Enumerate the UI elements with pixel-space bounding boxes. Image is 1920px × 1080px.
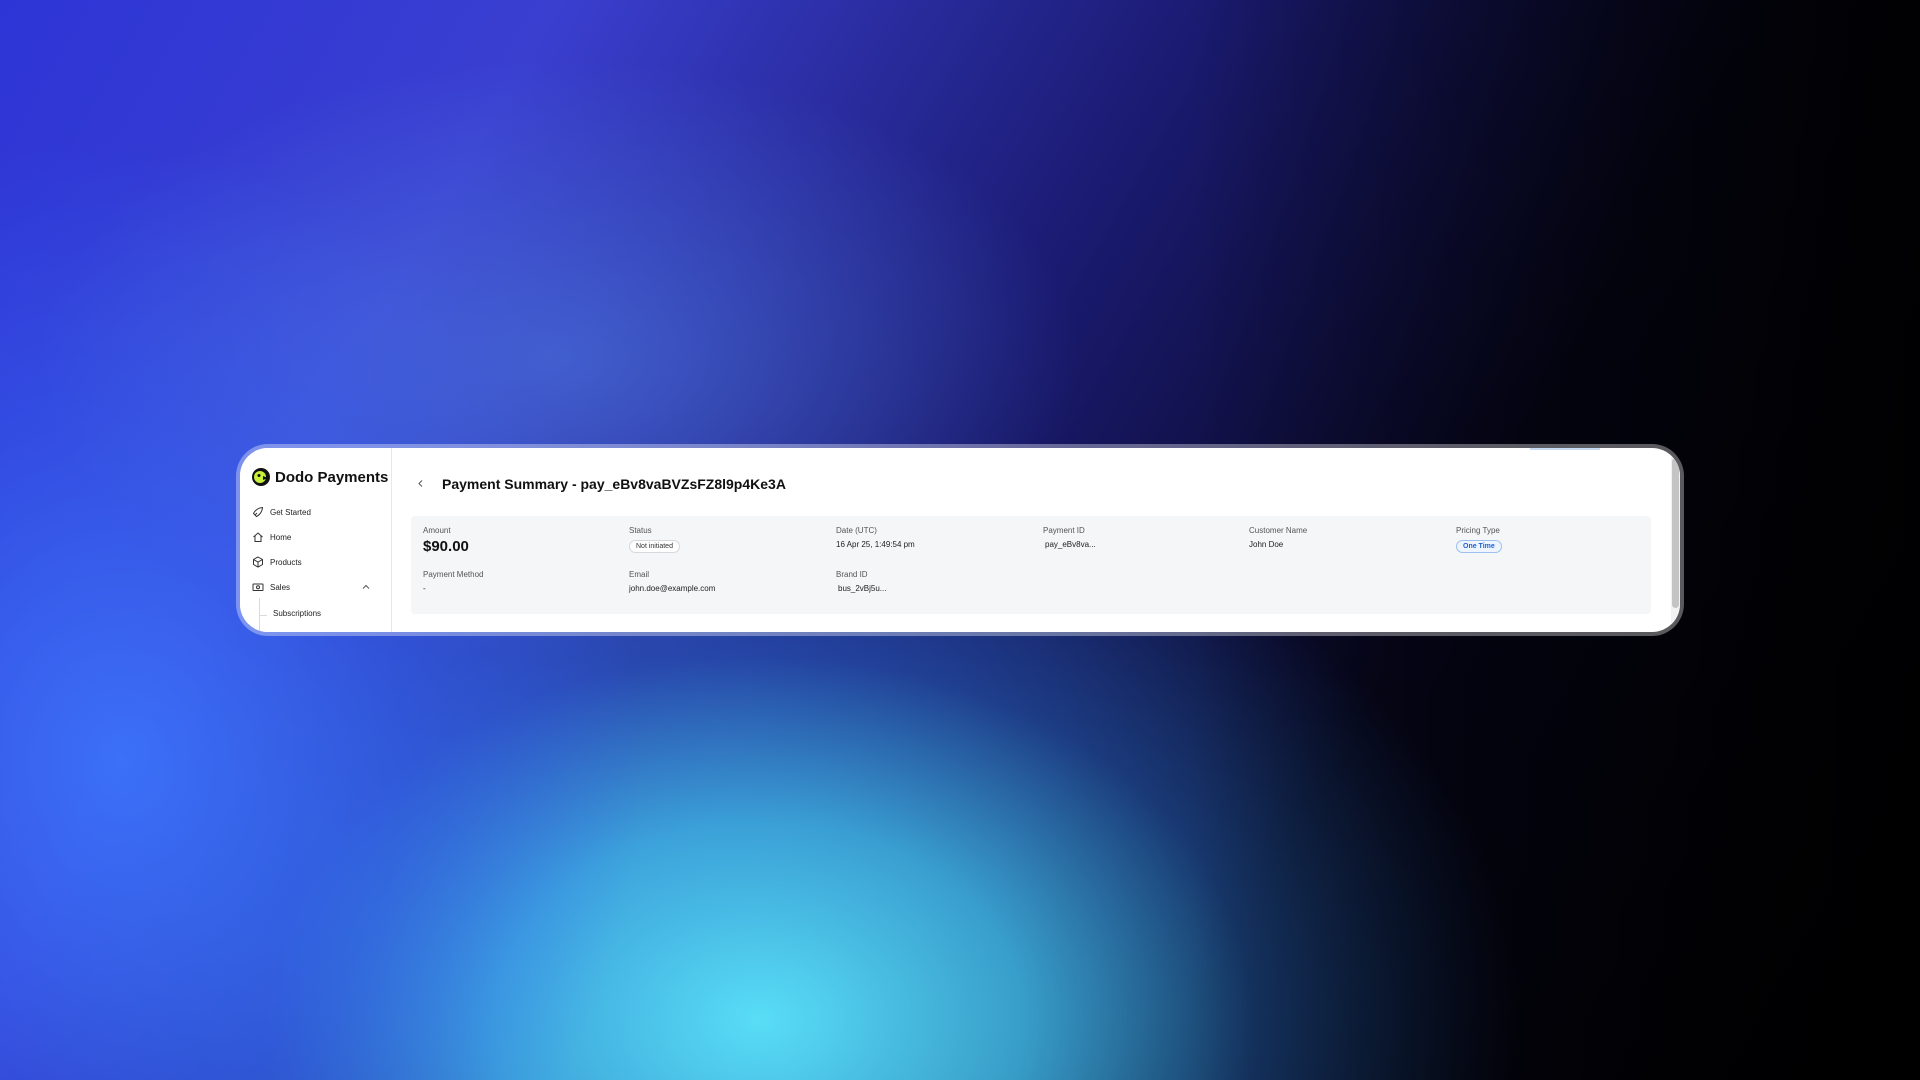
scrollbar-thumb[interactable] [1672,458,1679,608]
email-value[interactable]: john.doe@example.com [629,584,715,593]
field-label: Pricing Type [1456,526,1500,535]
field-status: Status Not initiated [629,526,680,553]
field-label: Amount [423,526,451,535]
sidebar-item-label: Home [270,532,292,542]
dodo-logo-icon [252,468,270,486]
field-payment-id: Payment ID pay_eBv8va... [1043,526,1096,549]
rocket-icon [252,506,264,518]
sidebar-item-sales[interactable]: Sales [252,580,290,594]
sidebar-item-get-started[interactable]: Get Started [252,505,311,519]
sidebar-item-label: Get Started [270,507,311,517]
app-window: Dodo Payments Get Started Home Products … [240,448,1680,632]
sidebar: Dodo Payments Get Started Home Products … [240,448,392,632]
field-label: Date (UTC) [836,526,877,535]
field-brand-id: Brand ID bus_2vBj5u... [836,570,886,593]
field-label: Customer Name [1249,526,1308,535]
main-content: Payment Summary - pay_eBv8vaBVZsFZ8l9p4K… [392,448,1680,632]
sidebar-item-products[interactable]: Products [252,555,302,569]
brand-name: Dodo Payments [275,468,389,486]
sidebar-subitem-subscriptions[interactable]: Subscriptions [273,609,321,618]
scrollbar-track[interactable] [1671,448,1680,632]
date-value: 16 Apr 25, 1:49:54 pm [836,540,915,549]
package-icon [252,556,264,568]
brand[interactable]: Dodo Payments [252,468,388,486]
chevron-left-icon [417,479,422,487]
sidebar-item-label: Products [270,557,302,567]
payment-id-value[interactable]: pay_eBv8va... [1045,540,1096,549]
status-badge: Not initiated [629,540,680,553]
sidebar-item-label: Sales [270,582,291,592]
back-button[interactable] [411,474,429,492]
field-customer-name: Customer Name John Doe [1249,526,1307,549]
field-label: Email [629,570,650,579]
payment-summary-card: Amount $90.00 Status Not initiated Date … [411,516,1651,614]
field-label: Payment Method [423,570,484,579]
field-label: Status [629,526,652,535]
field-pricing-type: Pricing Type One Time [1456,526,1502,553]
amount-value: $90.00 [423,538,469,555]
field-email: Email john.doe@example.com [629,570,715,593]
home-icon [252,531,264,543]
sidebar-item-home[interactable]: Home [252,530,291,544]
chevron-up-icon[interactable] [361,582,371,592]
field-payment-method: Payment Method - [423,570,483,593]
submenu-guide-tick [259,615,267,616]
pricing-type-badge: One Time [1456,540,1502,553]
field-label: Brand ID [836,570,868,579]
field-label: Payment ID [1043,526,1085,535]
cash-icon [252,581,264,593]
field-amount: Amount $90.00 [423,526,469,555]
field-date: Date (UTC) 16 Apr 25, 1:49:54 pm [836,526,915,549]
page-title: Payment Summary - pay_eBv8vaBVZsFZ8l9p4K… [442,476,786,492]
brand-id-value[interactable]: bus_2vBj5u... [838,584,886,593]
customer-name-value: John Doe [1249,540,1284,549]
payment-method-value: - [423,584,426,593]
